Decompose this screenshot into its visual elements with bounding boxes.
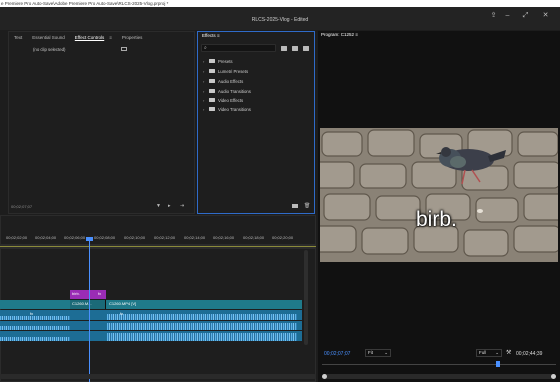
wrench-icon[interactable]: ⚒ bbox=[506, 349, 511, 356]
32bit-effects-icon[interactable] bbox=[292, 46, 298, 51]
minimize-button[interactable]: – bbox=[503, 11, 512, 20]
audio-fx-badge: fx bbox=[30, 311, 34, 316]
effects-item-lumetri-presets[interactable]: › Lumetri Presets bbox=[203, 67, 248, 75]
timeline-vertical-scrollbar[interactable] bbox=[304, 250, 308, 345]
export-frame-icon[interactable]: ⇥ bbox=[180, 203, 184, 209]
effects-item-audio-effects[interactable]: › Audio Effects bbox=[203, 77, 243, 85]
effects-item-audio-transitions[interactable]: › Audio Transitions bbox=[203, 87, 251, 95]
timeline-panel bbox=[0, 215, 316, 382]
ruler-tick-label: 00;02;02;00 bbox=[6, 235, 28, 240]
search-icon: ⌕ bbox=[204, 45, 207, 51]
folder-icon bbox=[209, 98, 215, 102]
timeline-playhead[interactable] bbox=[89, 240, 90, 382]
video-caption-text: birb. bbox=[416, 208, 457, 231]
tab-essential-sound[interactable]: Essential Sound bbox=[27, 35, 70, 40]
ruler-tick-label: 00;02;10;00 bbox=[124, 235, 146, 240]
panel-tabs: Text Essential Sound Effect Controls ≡ P… bbox=[9, 32, 194, 42]
timeline-horizontal-scrollbar[interactable] bbox=[0, 374, 316, 379]
audio-waveform bbox=[107, 323, 297, 330]
play-only-icon[interactable]: ▸ bbox=[168, 203, 171, 209]
zoom-handle-left[interactable] bbox=[322, 374, 327, 379]
ruler-tick-label: 00;02;16;00 bbox=[213, 235, 235, 240]
effects-item-video-effects[interactable]: › Video Effects bbox=[203, 96, 243, 104]
ruler-tick-label: 00;02;04;00 bbox=[35, 235, 57, 240]
program-duration: 00;02;44;39 bbox=[516, 351, 543, 357]
program-timecode[interactable]: 00;02;07;07 bbox=[324, 351, 350, 357]
program-scrub-bar[interactable] bbox=[322, 364, 556, 365]
program-video-frame: birb. bbox=[320, 128, 558, 262]
no-clip-label: (no clip selected) bbox=[33, 47, 66, 52]
folder-icon bbox=[209, 107, 215, 111]
program-monitor-title: Program: C1252 ≡ bbox=[321, 32, 358, 37]
video-clip-b[interactable]: C1260.MP4 [V] bbox=[107, 300, 297, 309]
effects-search-input[interactable]: ⌕ bbox=[201, 44, 276, 52]
accelerated-effects-icon[interactable] bbox=[281, 46, 287, 51]
folder-icon bbox=[209, 89, 215, 93]
chevron-down-icon: ⌄ bbox=[495, 350, 499, 355]
window-path-title: e Premiere Pro Auto-Save\Adobe Premiere … bbox=[0, 0, 560, 7]
filter-icon[interactable]: ▼ bbox=[156, 203, 161, 209]
folder-icon bbox=[209, 79, 215, 83]
audio-waveform bbox=[0, 316, 70, 320]
folder-icon bbox=[209, 59, 215, 63]
delete-icon[interactable]: 🗑 bbox=[304, 203, 310, 209]
resolution-dropdown[interactable]: Full ⌄ bbox=[476, 349, 502, 357]
effects-panel: Effects ≡ ⌕ › Presets › Lumetri Presets › A… bbox=[197, 31, 315, 214]
ruler-tick-label: 00;02;08;00 bbox=[94, 235, 116, 240]
playhead-handle[interactable] bbox=[86, 237, 93, 241]
effects-item-presets[interactable]: › Presets bbox=[203, 57, 233, 65]
program-playhead[interactable] bbox=[496, 361, 500, 367]
ruler-tick-label: 00;02;18;00 bbox=[243, 235, 265, 240]
effect-controls-panel: Text Essential Sound Effect Controls ≡ P… bbox=[8, 31, 195, 214]
folder-icon bbox=[209, 69, 215, 73]
maximize-icon[interactable]: ⤢ bbox=[521, 11, 530, 20]
work-area-bar[interactable] bbox=[0, 246, 316, 247]
zoom-handle-right[interactable] bbox=[551, 374, 556, 379]
close-icon[interactable]: ✕ bbox=[541, 11, 550, 20]
program-zoom-scrollbar[interactable] bbox=[322, 374, 556, 379]
tab-properties[interactable]: Properties bbox=[117, 35, 148, 40]
audio-waveform bbox=[0, 337, 70, 341]
new-bin-icon[interactable] bbox=[292, 204, 298, 208]
audio-waveform bbox=[107, 314, 297, 320]
ruler-tick-label: 00;02;14;00 bbox=[184, 235, 206, 240]
ruler-tick-label: 00;02;12;00 bbox=[154, 235, 176, 240]
fit-dropdown[interactable]: Fit ⌄ bbox=[365, 349, 391, 357]
audio-waveform bbox=[0, 326, 70, 330]
effects-panel-title: Effects ≡ bbox=[202, 33, 220, 38]
effects-item-video-transitions[interactable]: › Video Transitions bbox=[203, 105, 251, 113]
share-icon[interactable]: ⇪ bbox=[489, 11, 498, 20]
export-icon[interactable] bbox=[121, 47, 127, 51]
chevron-down-icon: ⌄ bbox=[384, 350, 388, 355]
audio-waveform bbox=[107, 333, 297, 341]
cobblestone-image bbox=[320, 128, 558, 262]
tab-effect-controls[interactable]: Effect Controls bbox=[70, 35, 109, 40]
document-title: RLCS-2025-Vlog - Edited bbox=[251, 17, 309, 23]
panel-menu-icon[interactable]: ≡ bbox=[109, 35, 117, 40]
video-clip-a[interactable]: C1260.M... bbox=[70, 300, 106, 309]
yuv-effects-icon[interactable] bbox=[303, 46, 309, 51]
ruler-tick-label: 00;02;20;00 bbox=[272, 235, 294, 240]
ruler-tick-label: 00;02;06;00 bbox=[64, 235, 86, 240]
title-clip[interactable]: birb. fx bbox=[70, 290, 106, 299]
source-timecode: 00;02;07;07 bbox=[11, 204, 33, 209]
tab-text[interactable]: Text bbox=[9, 35, 27, 40]
audio-fx-badge: fx bbox=[120, 311, 124, 316]
